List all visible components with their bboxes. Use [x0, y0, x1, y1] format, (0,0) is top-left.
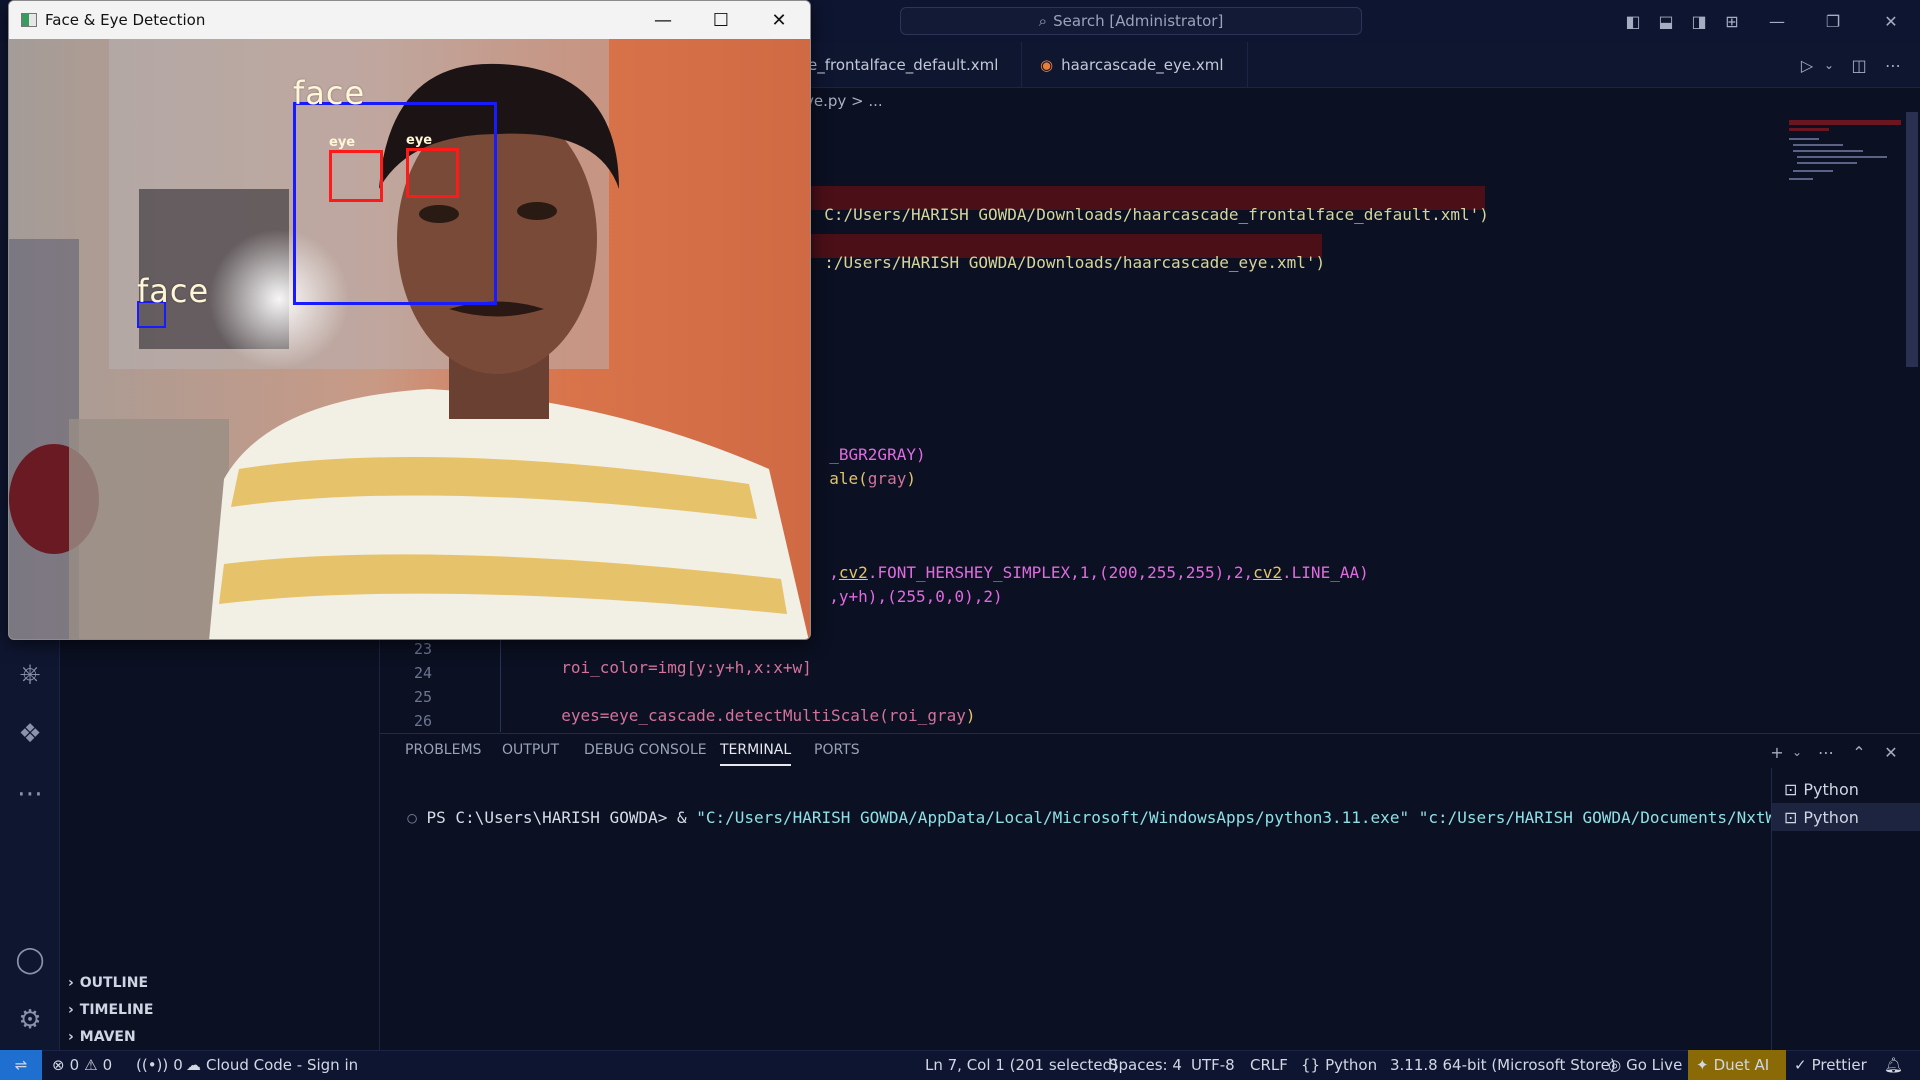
search-label: Search [Administrator]: [1053, 12, 1224, 30]
face-detection-box: [293, 102, 497, 305]
terminal-dropdown-icon[interactable]: ⌄: [1786, 741, 1808, 763]
minimap[interactable]: [1785, 112, 1905, 192]
maximize-panel-icon[interactable]: ⌃: [1848, 741, 1870, 763]
check-double-icon: ✓: [1794, 1056, 1807, 1074]
duet-icon: ✦: [1696, 1056, 1709, 1074]
terminal-icon: ⊡: [1784, 807, 1798, 827]
sidebar-section-outline[interactable]: › OUTLINE: [60, 969, 380, 996]
tab-output[interactable]: OUTPUT: [502, 742, 559, 766]
eye-label: eye: [406, 133, 433, 148]
eol-status[interactable]: CRLF: [1250, 1050, 1288, 1080]
prettier-status[interactable]: ✓ Prettier: [1794, 1050, 1867, 1080]
braces-icon: {}: [1301, 1056, 1321, 1074]
language-status[interactable]: {} Python: [1301, 1050, 1377, 1080]
code-line[interactable]: eyes=eye_cascade.detectMultiScale(roi_gr…: [542, 687, 975, 725]
code-line[interactable]: C:/Users/HARISH GOWDA/Downloads/haarcasc…: [805, 186, 1489, 224]
close-icon[interactable]: ✕: [1880, 10, 1902, 32]
eye-detection-box: [406, 148, 459, 198]
new-terminal-icon[interactable]: +: [1766, 741, 1788, 763]
warning-icon: ⚠: [84, 1056, 98, 1074]
code-line[interactable]: ale(gray): [810, 450, 916, 488]
error-icon: ⊗: [52, 1056, 65, 1074]
cloud-code-status[interactable]: ☁ Cloud Code - Sign in: [186, 1050, 358, 1080]
encoding-status[interactable]: UTF-8: [1191, 1050, 1235, 1080]
window-close-icon[interactable]: ✕: [750, 1, 808, 39]
terminal-item[interactable]: ⊡ Python: [1772, 775, 1920, 803]
line-number: 24: [413, 664, 432, 682]
chevron-right-icon: ›: [68, 974, 74, 991]
window-title: Face & Eye Detection: [45, 11, 206, 29]
editor-scrollbar[interactable]: [1906, 112, 1918, 367]
indentation-status[interactable]: Spaces: 4: [1109, 1050, 1182, 1080]
line-number: 26: [413, 712, 432, 730]
problems-status[interactable]: ⊗ 0 ⚠ 0: [52, 1050, 112, 1080]
app-icon: [21, 13, 37, 27]
minimize-icon[interactable]: —: [1766, 10, 1788, 32]
breadcrumb[interactable]: ve.py > ...: [805, 92, 883, 110]
tab-debug-console[interactable]: DEBUG CONSOLE: [584, 742, 707, 766]
more-icon[interactable]: ⋯: [10, 774, 50, 814]
toggle-panel-icon[interactable]: ⬓: [1655, 10, 1677, 32]
panel-more-icon[interactable]: ⋯: [1815, 741, 1837, 763]
rss-file-icon: ◉: [1040, 56, 1054, 74]
code-line[interactable]: ,y+h),(255,0,0),2): [810, 568, 1002, 606]
tab-ports[interactable]: PORTS: [814, 742, 860, 766]
face-eye-detection-window[interactable]: Face & Eye Detection — ☐ ✕ face face eye…: [8, 0, 811, 640]
line-number: 23: [413, 640, 432, 658]
terminal-output[interactable]: ○ PS C:\Users\HARISH GOWDA> & "C:/Users/…: [388, 789, 1842, 827]
terminal-icon: ⊡: [1784, 779, 1798, 799]
command-search[interactable]: ⌕ Search [Administrator]: [900, 7, 1362, 35]
cloud-icon: ☁: [186, 1056, 201, 1074]
interpreter-status[interactable]: 3.11.8 64-bit (Microsoft Store): [1390, 1050, 1616, 1080]
indent-guide: [500, 636, 501, 732]
run-icon[interactable]: ▷: [1796, 54, 1818, 76]
toggle-secondary-sidebar-icon[interactable]: ◨: [1688, 10, 1710, 32]
customize-layout-icon[interactable]: ⊞: [1721, 10, 1743, 32]
line-number: 25: [413, 688, 432, 706]
camera-frame: face face eye eye: [9, 39, 810, 639]
search-icon: ⌕: [1038, 12, 1048, 30]
more-actions-icon[interactable]: ⋯: [1882, 54, 1904, 76]
sidebar-section-maven[interactable]: › MAVEN: [60, 1023, 380, 1050]
run-dropdown-icon[interactable]: ⌄: [1818, 54, 1840, 76]
tab-eye-xml[interactable]: ◉ haarcascade_eye.xml: [1022, 42, 1248, 88]
account-icon[interactable]: ◯: [10, 940, 50, 980]
code-line[interactable]: :/Users/HARISH GOWDA/Downloads/haarcasca…: [805, 234, 1325, 272]
cursor-position[interactable]: Ln 7, Col 1 (201 selected): [925, 1050, 1118, 1080]
broadcast-icon: ◎: [1608, 1056, 1622, 1074]
extensions-icon[interactable]: ❖: [10, 714, 50, 754]
terminal-status-icon: ○: [407, 808, 427, 827]
tab-problems[interactable]: PROBLEMS: [405, 742, 481, 766]
terminal-item[interactable]: ⊡ Python: [1772, 803, 1920, 831]
bottom-panel: [380, 733, 1920, 1050]
duet-ai-status[interactable]: ✦ Duet AI: [1688, 1050, 1786, 1080]
tab-terminal[interactable]: TERMINAL: [720, 742, 792, 766]
toggle-primary-sidebar-icon[interactable]: ◧: [1622, 10, 1644, 32]
chevron-right-icon: ›: [68, 1001, 74, 1018]
go-live-status[interactable]: ◎ Go Live: [1608, 1050, 1682, 1080]
remote-indicator-icon[interactable]: ⇌: [0, 1050, 42, 1080]
sidebar-section-timeline[interactable]: › TIMELINE: [60, 996, 380, 1023]
settings-gear-icon[interactable]: ⚙: [10, 1000, 50, 1040]
split-editor-icon[interactable]: ◫: [1848, 54, 1870, 76]
broadcast-icon: ((•)): [136, 1056, 169, 1074]
ports-status[interactable]: ((•)) 0: [136, 1050, 183, 1080]
window-maximize-icon[interactable]: ☐: [692, 1, 750, 39]
chevron-right-icon: ›: [68, 1028, 74, 1045]
code-line[interactable]: roi_color=img[y:y+h,x:x+w]: [542, 639, 811, 677]
tab-frontalface-xml[interactable]: e_frontalface_default.xml: [790, 42, 1022, 88]
restore-icon[interactable]: ❐: [1822, 10, 1844, 32]
eye-label: eye: [329, 135, 356, 150]
kubernetes-icon[interactable]: ⎈: [10, 654, 50, 694]
notifications-bell-icon[interactable]: 🔔︎: [1884, 1050, 1903, 1080]
eye-detection-box: [329, 150, 383, 202]
close-panel-icon[interactable]: ✕: [1880, 741, 1902, 763]
window-minimize-icon[interactable]: —: [634, 1, 692, 39]
face-label: face: [137, 272, 210, 310]
face-label: face: [293, 74, 366, 112]
